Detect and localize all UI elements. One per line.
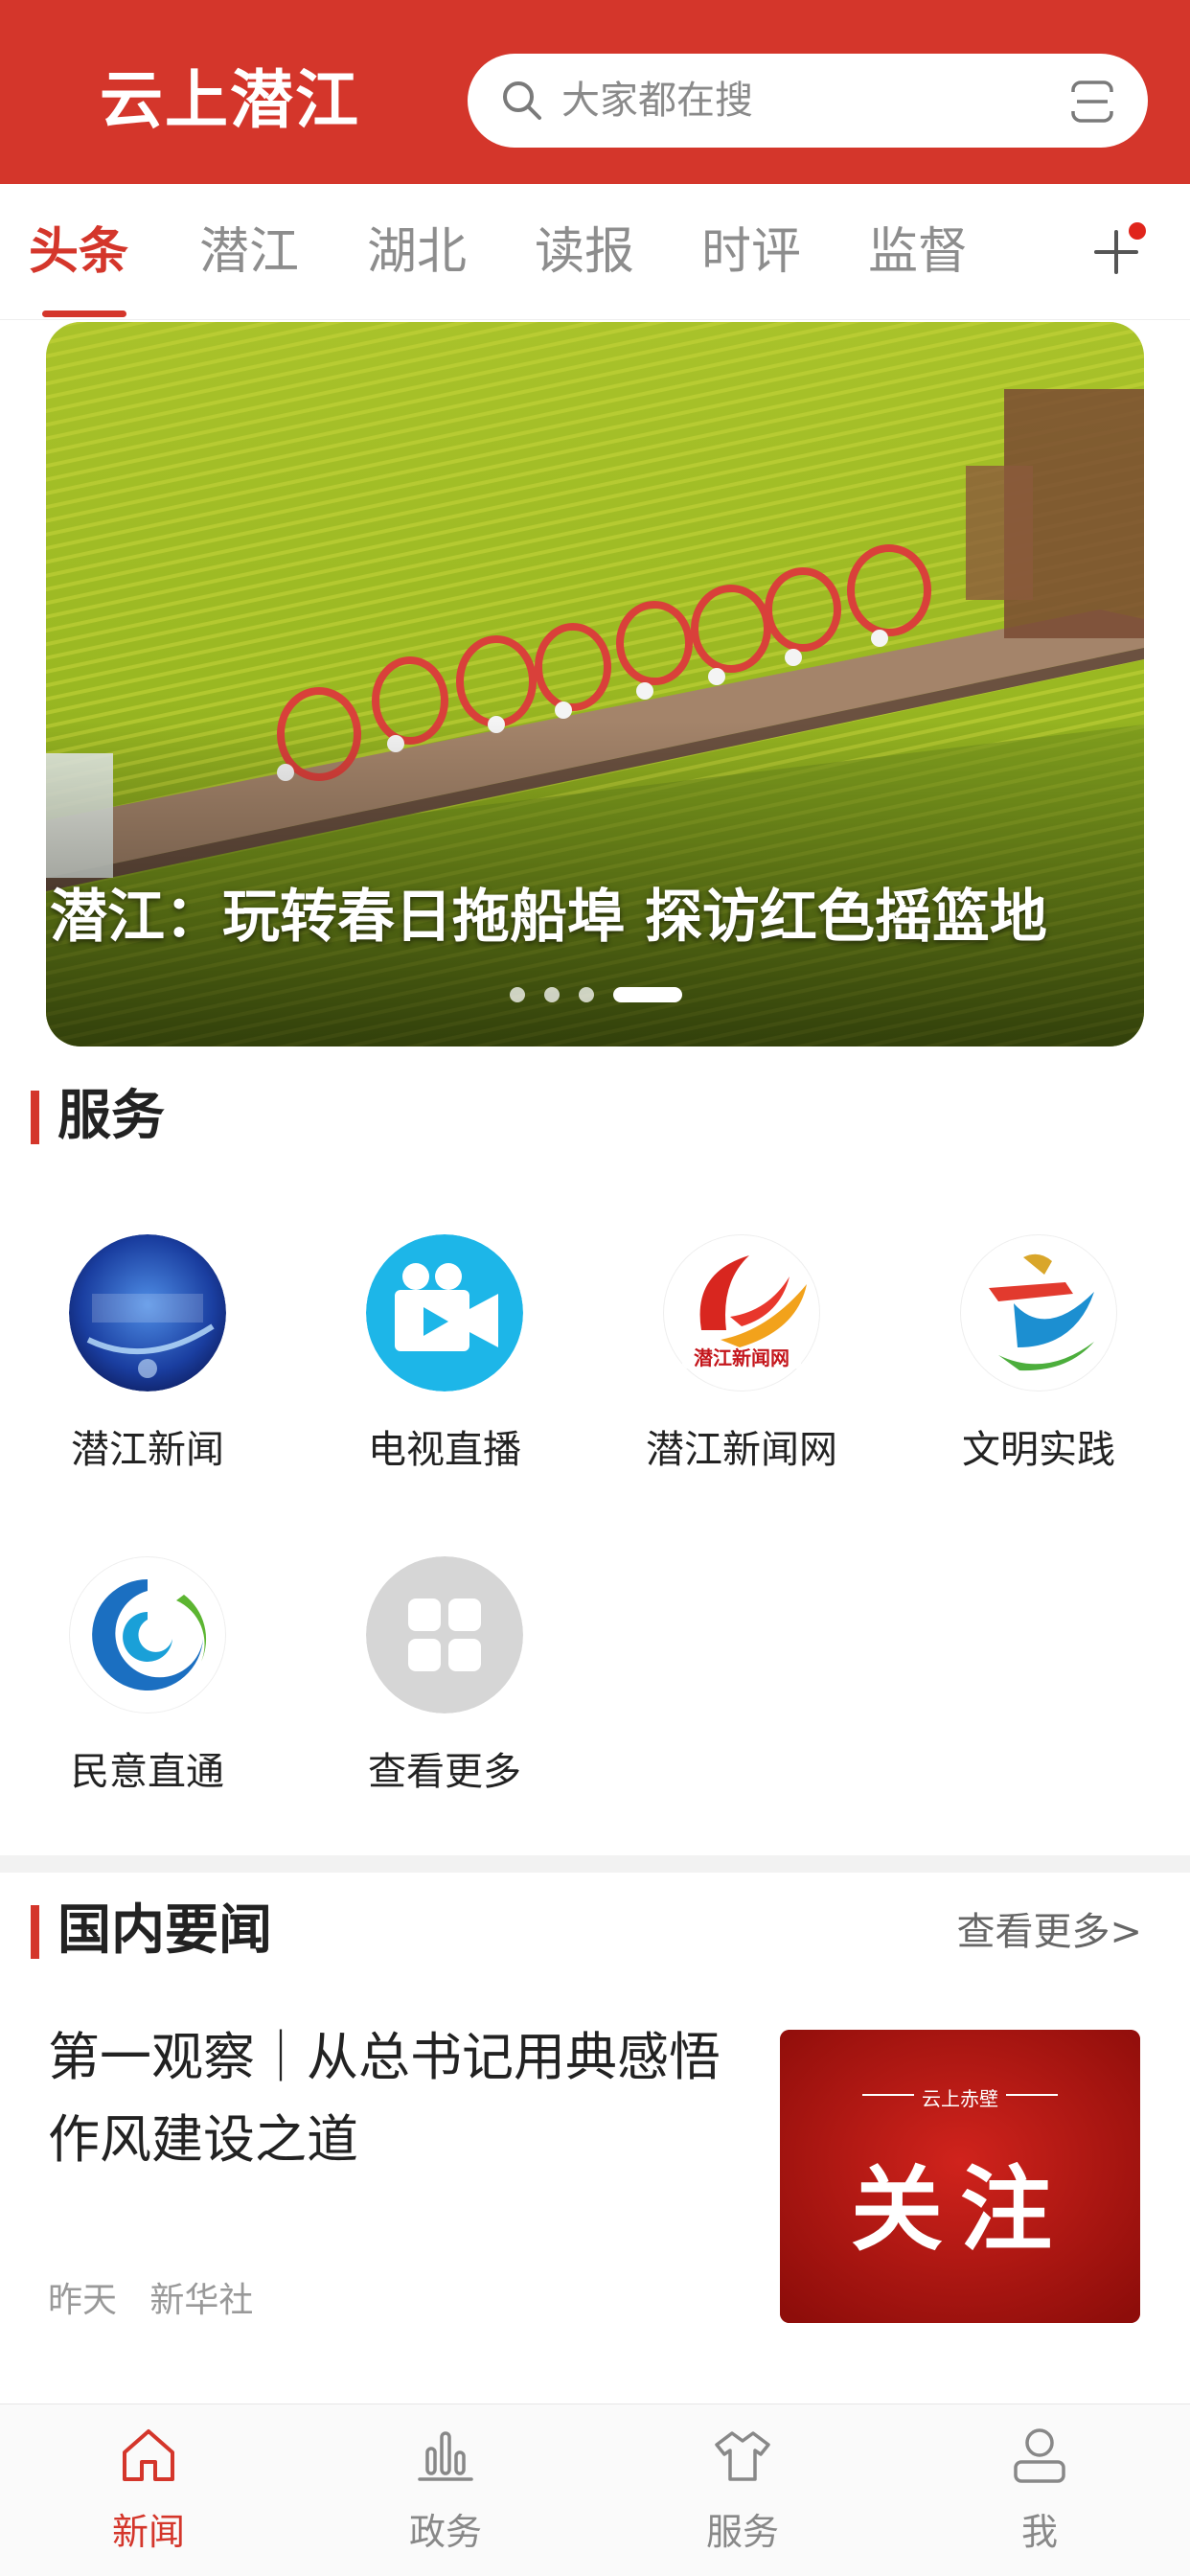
service-label: 潜江新闻 — [71, 1428, 224, 1472]
public-opinion-icon — [69, 1556, 226, 1714]
news-source: 新华社 — [149, 2281, 254, 2320]
news-thumbnail[interactable]: 云上赤壁 关注 — [780, 2030, 1140, 2323]
nav-label: 政务 — [408, 2511, 482, 2553]
section-accent-bar — [31, 1091, 39, 1144]
service-label: 民意直通 — [71, 1750, 224, 1794]
channel-tabs: 头条 潜江 湖北 读报 时评 监督 — [0, 184, 1190, 320]
carousel-dot-1[interactable] — [510, 987, 525, 1002]
service-label: 电视直播 — [368, 1428, 521, 1472]
carousel-dot-3[interactable] — [579, 987, 594, 1002]
service-label: 文明实践 — [962, 1428, 1115, 1472]
tab-commentary[interactable]: 时评 — [694, 184, 809, 320]
tab-supervision[interactable]: 监督 — [860, 184, 975, 320]
user-icon — [1014, 2428, 1065, 2483]
news-article-title[interactable]: 第一观察｜从总书记用典感悟作风建设之道 — [48, 2016, 757, 2181]
app-logo: 云上潜江 — [100, 62, 360, 137]
shirt-icon — [715, 2431, 770, 2481]
tab-hubei[interactable]: 湖北 — [359, 184, 474, 320]
carousel-dot-4[interactable] — [613, 987, 682, 1002]
services-heading: 服务 — [57, 1085, 165, 1147]
section-accent-bar — [31, 1905, 39, 1959]
home-icon — [123, 2429, 174, 2481]
scan-icon[interactable] — [1069, 79, 1115, 125]
service-label: 潜江新闻网 — [646, 1428, 837, 1472]
domestic-news-heading: 国内要闻 — [57, 1899, 272, 1962]
nav-label: 我 — [1020, 2511, 1058, 2553]
nav-label: 服务 — [705, 2511, 779, 2553]
carousel-dot-2[interactable] — [544, 987, 560, 1002]
news-article-meta: 昨天 新华社 — [48, 2277, 253, 2325]
bottom-navigation: 新闻 政务 服务 我 — [0, 2404, 1190, 2576]
tab-headlines[interactable]: 头条 — [21, 184, 136, 320]
section-divider — [0, 1855, 1190, 1873]
nav-label: 新闻 — [111, 2511, 185, 2553]
view-more-link[interactable]: 查看更多> — [956, 1905, 1142, 1959]
qianjiang-news-web-icon: 潜江新闻网 — [663, 1234, 820, 1392]
search-icon — [503, 81, 541, 120]
search-placeholder: 大家都在搜 — [561, 79, 753, 123]
banner-title[interactable]: 潜江：玩转春日拖船埠 探访红色摇篮地 — [50, 870, 1047, 954]
app-header: 云上潜江 大家都在搜 — [0, 0, 1190, 184]
news-time: 昨天 — [48, 2281, 118, 2320]
svg-text:潜江新闻网: 潜江新闻网 — [694, 1346, 790, 1369]
qianjiang-news-icon — [69, 1234, 226, 1392]
grid-more-icon — [366, 1556, 523, 1714]
thumbnail-text: 关注 — [851, 2155, 1069, 2264]
nav-government[interactable]: 政务 — [297, 2404, 594, 2576]
tv-live-icon — [366, 1234, 523, 1392]
tab-qianjiang[interactable]: 潜江 — [192, 184, 307, 320]
notification-dot — [1129, 222, 1146, 240]
nav-news[interactable]: 新闻 — [0, 2404, 297, 2576]
tab-newspaper[interactable]: 读报 — [527, 184, 642, 320]
search-bar[interactable]: 大家都在搜 — [468, 54, 1148, 148]
chart-icon — [418, 2431, 473, 2481]
nav-me[interactable]: 我 — [891, 2404, 1188, 2576]
service-label: 查看更多 — [368, 1750, 521, 1794]
active-tab-indicator — [42, 310, 126, 317]
thumbnail-brand: 云上赤壁 — [922, 2087, 998, 2110]
civilization-practice-icon — [960, 1234, 1117, 1392]
nav-services[interactable]: 服务 — [594, 2404, 891, 2576]
